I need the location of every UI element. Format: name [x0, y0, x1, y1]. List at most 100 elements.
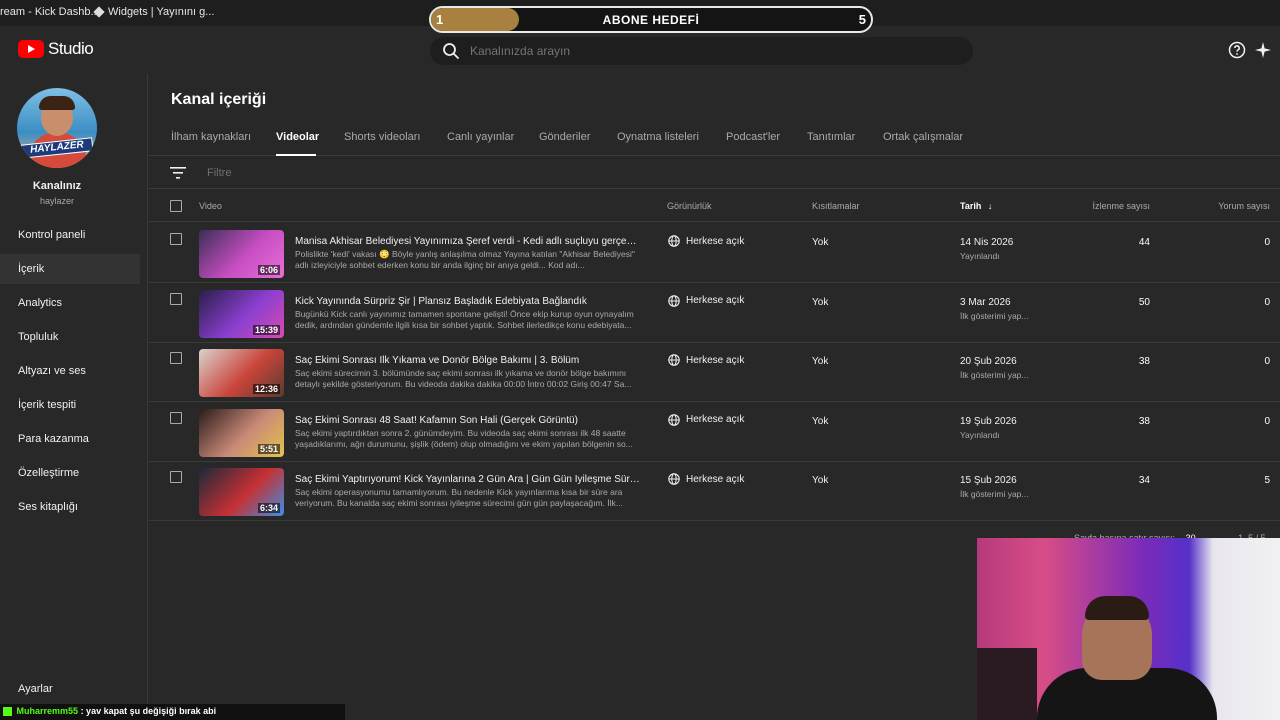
row-checkbox[interactable]	[170, 352, 182, 364]
sidebar-item-8[interactable]: Ses kitaplığı	[0, 492, 140, 522]
sidebar-item-label: Para kazanma	[18, 433, 89, 445]
video-thumbnail[interactable]: 6:06	[199, 230, 284, 278]
channel-search[interactable]	[430, 37, 973, 65]
visibility-label: Herkese açık	[686, 295, 745, 306]
table-row[interactable]: 15:39 Kick Yayınında Sürpriz Şir | Plansı…	[149, 283, 1280, 343]
views-cell: 44	[1138, 237, 1150, 248]
row-checkbox[interactable]	[170, 292, 182, 305]
date-cell: 3 Mar 2026	[960, 296, 1011, 308]
restrictions-cell: Yok	[812, 237, 829, 248]
visibility-cell[interactable]: Herkese açık	[668, 473, 744, 485]
visibility-cell[interactable]: Herkese açık	[668, 294, 745, 307]
tab-8[interactable]: Ortak çalışmalar	[883, 131, 963, 143]
sidebar-item-1[interactable]: İçerik	[0, 254, 140, 284]
tab-4[interactable]: Gönderiler	[539, 131, 590, 143]
filter-input[interactable]: Filtre	[207, 167, 231, 179]
youtube-studio-logo[interactable]: Studio	[18, 39, 94, 59]
video-thumbnail[interactable]: 12:36	[199, 349, 284, 397]
tab-6[interactable]: Podcast'ler	[726, 131, 780, 143]
sidebar-item-5[interactable]: İçerik tespiti	[0, 390, 140, 420]
sidebar-item-settings[interactable]: Ayarlar	[0, 674, 140, 704]
tab-1[interactable]: Videolar	[276, 131, 319, 143]
video-title[interactable]: Saç Ekimi Sonrası İlk Yıkama ve Donör Bö…	[295, 355, 640, 366]
video-duration: 12:36	[252, 384, 280, 394]
filter-icon[interactable]	[170, 167, 186, 179]
active-tab-indicator	[276, 154, 316, 156]
page-title: Kanal içeriği	[171, 91, 267, 108]
sparkle-icon[interactable]	[1254, 41, 1272, 59]
sidebar-item-label: Altyazı ve ses	[18, 365, 86, 377]
tab-5[interactable]: Oynatma listeleri	[617, 131, 699, 143]
date-cell: 19 Şub 2026	[960, 415, 1017, 427]
sidebar-item-3[interactable]: Topluluk	[0, 322, 140, 352]
video-duration: 5:51	[257, 443, 280, 454]
diamond-icon	[93, 6, 105, 18]
browser-tab-kick[interactable]: ream - Kick Dashb...	[0, 4, 100, 20]
table-row[interactable]: 5:51 Saç Ekimi Sonrası 48 Saat! Kafamın S…	[149, 402, 1280, 462]
restrictions-cell: Yok	[812, 415, 829, 427]
globe-icon	[668, 235, 680, 247]
sidebar: HAYLAZER Kanalınız haylazer Kontrol pane…	[0, 74, 148, 720]
goal-title: ABONE HEDEFİ	[602, 13, 700, 27]
sidebar-item-6[interactable]: Para kazanma	[0, 424, 140, 454]
row-checkbox[interactable]	[170, 233, 182, 245]
table-row[interactable]: 6:34 Saç Ekimi Yaptırıyorum! Kick Yayınla…	[149, 461, 1280, 521]
column-views[interactable]: İzlenme sayısı	[1050, 201, 1150, 211]
logo-text: Studio	[48, 39, 94, 58]
sidebar-item-label: Özelleştirme	[18, 467, 80, 479]
video-thumbnail[interactable]: 15:39	[199, 289, 284, 338]
tab-2[interactable]: Shorts videoları	[344, 131, 420, 143]
browser-tab-widgets[interactable]: Widgets | Yayınını g...	[93, 4, 214, 20]
visibility-cell[interactable]: Herkese açık	[668, 235, 744, 247]
table-row[interactable]: 12:36 Saç Ekimi Sonrası İlk Yıkama ve Don…	[149, 342, 1280, 402]
visibility-cell[interactable]: Herkese açık	[668, 354, 744, 366]
video-title[interactable]: Manisa Akhisar Belediyesi Yayınımıza Şer…	[295, 236, 640, 247]
video-description: Saç ekimi operasyonumu tamamlıyorum. Bu …	[295, 487, 623, 508]
globe-icon	[668, 413, 680, 426]
select-all-checkbox[interactable]	[170, 200, 182, 212]
video-duration: 6:06	[257, 265, 280, 275]
sidebar-item-7[interactable]: Özelleştirme	[0, 458, 140, 488]
sidebar-item-4[interactable]: Altyazı ve ses	[0, 356, 140, 386]
sidebar-item-label: İçerik tespiti	[18, 399, 77, 411]
row-checkbox[interactable]	[170, 471, 182, 483]
globe-icon	[668, 294, 680, 307]
video-thumbnail[interactable]: 6:34	[199, 468, 284, 516]
tab-0[interactable]: İlham kaynakları	[171, 131, 251, 143]
sidebar-item-label: Topluluk	[18, 331, 59, 343]
subscriber-goal-overlay: 1 ABONE HEDEFİ 5	[429, 6, 873, 33]
goal-target: 5	[858, 12, 866, 27]
column-date-label: Tarih	[960, 201, 982, 211]
help-icon[interactable]	[1228, 41, 1246, 59]
chat-username: Muharremm55	[16, 706, 79, 716]
channel-avatar[interactable]: HAYLAZER	[17, 88, 97, 168]
views-cell: 50	[1138, 296, 1150, 308]
row-checkbox[interactable]	[170, 411, 182, 424]
webcam-overlay	[977, 538, 1280, 720]
video-title[interactable]: Saç Ekimi Sonrası 48 Saat! Kafamın Son H…	[295, 415, 640, 426]
views-cell: 34	[1138, 475, 1150, 486]
publish-status: İlk gösterimi yap...	[960, 489, 1029, 499]
sidebar-item-2[interactable]: Analytics	[0, 288, 140, 318]
column-date[interactable]: Tarih ↓	[960, 201, 992, 211]
date-cell: 14 Nis 2026	[960, 237, 1014, 248]
visibility-cell[interactable]: Herkese açık	[668, 413, 744, 426]
sort-down-arrow-icon: ↓	[987, 201, 993, 211]
video-title[interactable]: Saç Ekimi Yaptırıyorum! Kick Yayınlarına…	[295, 474, 640, 485]
sidebar-item-0[interactable]: Kontrol paneli	[0, 220, 140, 250]
table-row[interactable]: 6:06 Manisa Akhisar Belediyesi Yayınımıza…	[149, 223, 1280, 283]
column-comments[interactable]: Yorum sayısı	[1170, 201, 1270, 211]
video-thumbnail[interactable]: 5:51	[199, 408, 284, 457]
tab-3[interactable]: Canlı yayınlar	[447, 131, 514, 143]
comments-cell: 5	[1264, 475, 1270, 486]
filter-bar: Filtre	[149, 157, 1280, 189]
restrictions-cell: Yok	[812, 356, 829, 367]
video-description: Saç ekimi sürecimin 3. bölümünde saç eki…	[295, 368, 632, 389]
date-cell: 15 Şub 2026	[960, 475, 1017, 486]
comments-cell: 0	[1264, 237, 1270, 248]
kick-icon	[3, 707, 12, 717]
search-input[interactable]	[470, 44, 950, 58]
tab-7[interactable]: Tanıtımlar	[807, 131, 855, 143]
video-description: Bugünkü Kick canlı yayınımız tamamen spo…	[295, 308, 634, 330]
video-title[interactable]: Kick Yayınında Sürpriz Şir | Plansız Baş…	[295, 296, 640, 307]
